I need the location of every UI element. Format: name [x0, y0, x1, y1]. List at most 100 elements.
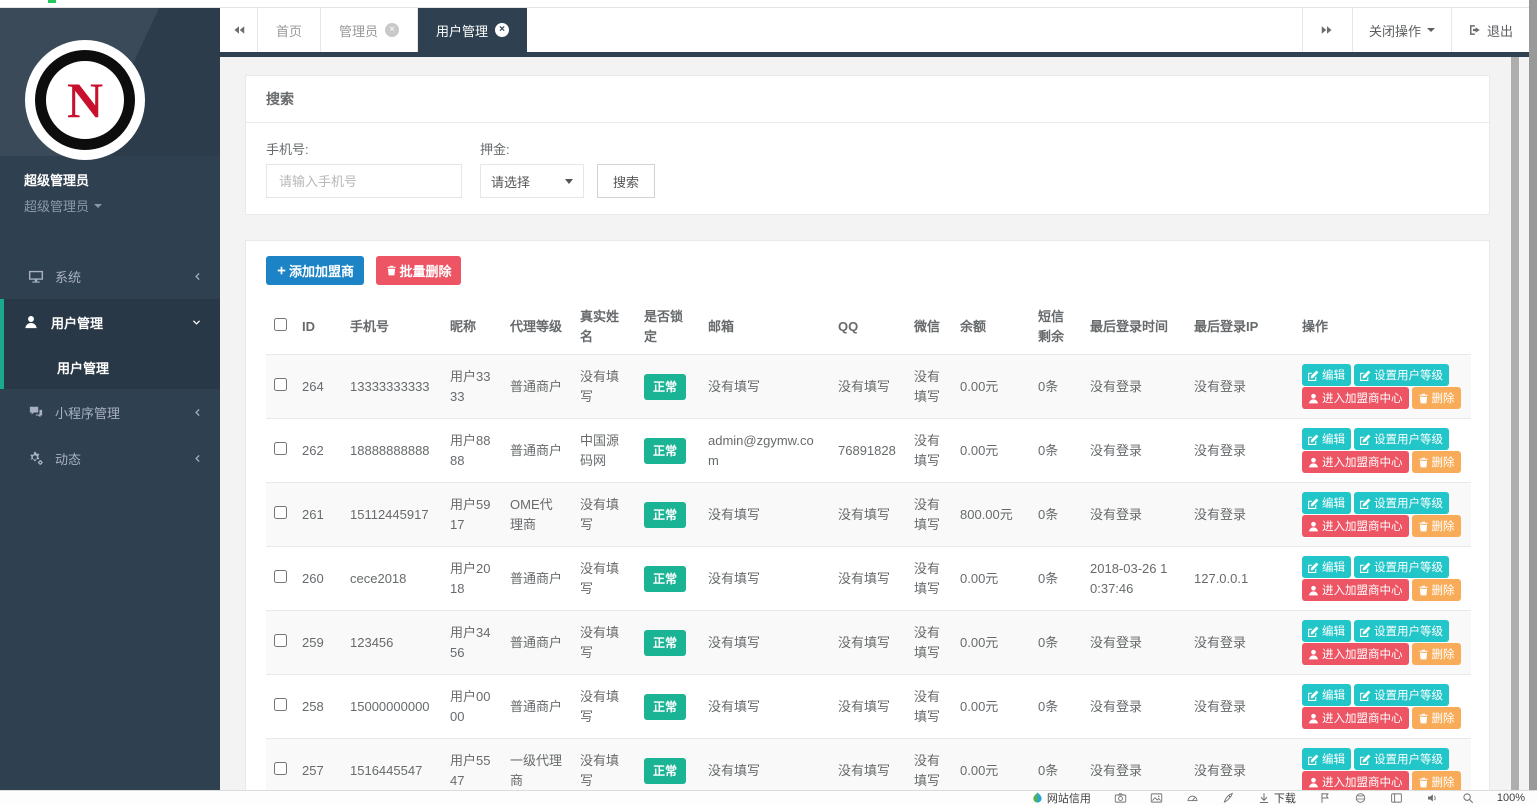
row-checkbox[interactable]	[274, 762, 287, 775]
cell-realname: 没有填写	[572, 547, 636, 611]
phone-input[interactable]	[266, 164, 462, 198]
table-header-row: ID手机号昵称代理等级真实姓名是否锁定邮箱QQ微信余额短信剩余最后登录时间最后登…	[266, 299, 1471, 355]
double-right-arrow-icon	[1320, 24, 1334, 36]
delete-button[interactable]: 删除	[1412, 515, 1461, 537]
zoom-button[interactable]	[1462, 792, 1474, 804]
browser-scrollbar[interactable]	[1529, 0, 1537, 790]
download-button[interactable]: 下载	[1258, 790, 1296, 805]
tabs-scroll-left-button[interactable]	[220, 8, 258, 52]
column-header: 代理等级	[502, 299, 572, 355]
browser-statusbar: 网站信用 下载	[0, 790, 1537, 805]
download-label: 下载	[1274, 790, 1296, 805]
volume-button[interactable]	[1426, 792, 1439, 804]
browser-top-strip	[0, 0, 1537, 8]
delete-button[interactable]: 删除	[1412, 387, 1461, 409]
edit-button[interactable]: 编辑	[1302, 428, 1351, 450]
delete-button[interactable]: 删除	[1412, 579, 1461, 601]
set-user-level-button[interactable]: 设置用户等级	[1354, 492, 1449, 514]
site-credit-indicator[interactable]: 网站信用	[1032, 790, 1091, 805]
e-globe-icon	[1354, 792, 1367, 804]
set-user-level-button[interactable]: 设置用户等级	[1354, 364, 1449, 386]
table-row: 26413333333333用户3333普通商户没有填写正常没有填写没有填写没有…	[266, 355, 1471, 419]
cell-balance: 0.00元	[952, 611, 1030, 675]
sidebar-item-system[interactable]: 系统	[0, 253, 220, 299]
deposit-select[interactable]: 请选择	[480, 164, 584, 198]
column-header: QQ	[830, 299, 906, 355]
sidebar-item-dynamic[interactable]: 动态	[0, 435, 220, 481]
site-credit-label: 网站信用	[1047, 790, 1091, 805]
edit-button[interactable]: 编辑	[1302, 556, 1351, 578]
set-user-level-button[interactable]: 设置用户等级	[1354, 556, 1449, 578]
edit-button[interactable]: 编辑	[1302, 492, 1351, 514]
boost-button[interactable]	[1222, 792, 1235, 804]
close-tab-icon[interactable]: ×	[385, 23, 399, 37]
profile-role-dropdown[interactable]: 超级管理员	[24, 196, 220, 215]
cell-login_ip: 没有登录	[1186, 739, 1294, 791]
edit-icon	[1308, 370, 1319, 381]
enter-franchisee-center-button[interactable]: 进入加盟商中心	[1302, 579, 1409, 601]
table-row: 2571516445547用户5547一级代理商没有填写正常没有填写没有填写没有…	[266, 739, 1471, 791]
add-franchisee-button[interactable]: 添加加盟商	[266, 256, 364, 285]
enter-franchisee-center-button[interactable]: 进入加盟商中心	[1302, 643, 1409, 665]
cell-level: 一级代理商	[502, 739, 572, 791]
delete-button[interactable]: 删除	[1412, 451, 1461, 473]
batch-delete-button[interactable]: 批量删除	[376, 256, 461, 285]
enter-franchisee-center-button[interactable]: 进入加盟商中心	[1302, 707, 1409, 729]
logout-button[interactable]: 退出	[1451, 8, 1529, 52]
edit-button[interactable]: 编辑	[1302, 748, 1351, 770]
row-checkbox[interactable]	[274, 442, 287, 455]
sidebar-item-miniprogram[interactable]: 小程序管理	[0, 389, 220, 435]
cell-email: 没有填写	[700, 675, 830, 739]
search-button[interactable]: 搜索	[597, 164, 655, 198]
zoom-level[interactable]: 100%	[1497, 792, 1525, 804]
cell-wechat: 没有填写	[906, 419, 952, 483]
tabs-scroll-right-button[interactable]	[1302, 8, 1352, 52]
column-header: 操作	[1294, 299, 1471, 355]
cell-qq: 没有填写	[830, 483, 906, 547]
cell-sms: 0条	[1030, 611, 1082, 675]
row-checkbox[interactable]	[274, 378, 287, 391]
status-badge: 正常	[644, 438, 686, 464]
edit-button[interactable]: 编辑	[1302, 684, 1351, 706]
row-checkbox[interactable]	[274, 506, 287, 519]
cell-login_time: 2018-03-26 10:37:46	[1082, 547, 1186, 611]
page-scrollbar[interactable]	[1511, 57, 1519, 790]
close-tab-icon[interactable]: ×	[495, 23, 509, 37]
screenshot-button[interactable]	[1114, 792, 1127, 804]
search-panel-title: 搜索	[246, 76, 1489, 123]
media-button[interactable]	[1150, 792, 1163, 804]
proxy-button[interactable]	[1354, 792, 1367, 804]
row-checkbox[interactable]	[274, 570, 287, 583]
delete-button[interactable]: 删除	[1412, 643, 1461, 665]
row-checkbox[interactable]	[274, 698, 287, 711]
select-all-checkbox[interactable]	[274, 318, 287, 331]
enter-franchisee-center-button[interactable]: 进入加盟商中心	[1302, 771, 1409, 790]
set-user-level-button[interactable]: 设置用户等级	[1354, 428, 1449, 450]
close-operations-dropdown[interactable]: 关闭操作	[1352, 8, 1451, 52]
delete-button[interactable]: 删除	[1412, 707, 1461, 729]
set-user-level-button[interactable]: 设置用户等级	[1354, 748, 1449, 770]
edit-button[interactable]: 编辑	[1302, 620, 1351, 642]
sidebar-toggle-button[interactable]	[1390, 792, 1403, 804]
enter-franchisee-center-button[interactable]: 进入加盟商中心	[1302, 515, 1409, 537]
tab-home[interactable]: 首页	[258, 8, 321, 52]
delete-button[interactable]: 删除	[1412, 771, 1461, 790]
sidebar-subitem-user-mgmt[interactable]: 用户管理	[4, 345, 220, 389]
flame-icon	[1032, 792, 1043, 804]
row-checkbox[interactable]	[274, 634, 287, 647]
desktop-icon	[28, 269, 46, 284]
enter-franchisee-center-button[interactable]: 进入加盟商中心	[1302, 387, 1409, 409]
cell-sms: 0条	[1030, 547, 1082, 611]
caret-down-icon	[565, 179, 573, 184]
tab-admin[interactable]: 管理员 ×	[321, 8, 418, 52]
cell-phone: 18888888888	[342, 419, 442, 483]
enter-franchisee-center-button[interactable]: 进入加盟商中心	[1302, 451, 1409, 473]
tab-user-mgmt[interactable]: 用户管理 ×	[418, 8, 527, 52]
edit-button[interactable]: 编辑	[1302, 364, 1351, 386]
flag-button[interactable]	[1319, 792, 1331, 804]
sidebar-item-user-mgmt[interactable]: 用户管理	[4, 299, 220, 345]
set-user-level-button[interactable]: 设置用户等级	[1354, 620, 1449, 642]
speed-mode-button[interactable]	[1186, 792, 1199, 804]
set-user-level-button[interactable]: 设置用户等级	[1354, 684, 1449, 706]
user-table-panel: 添加加盟商 批量删除 ID手机号昵称代理等级真实姓名是否锁定邮箱QQ微信余额短信…	[245, 240, 1490, 790]
